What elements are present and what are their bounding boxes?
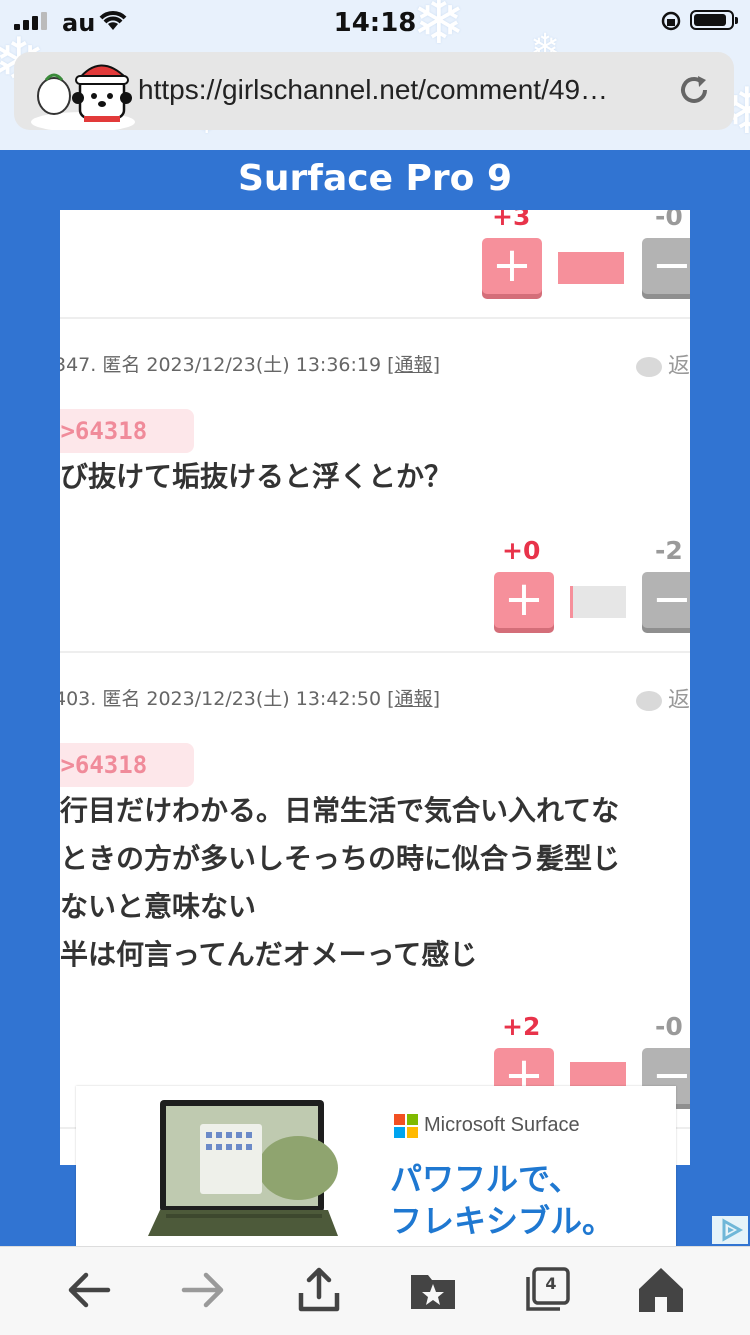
- back-arrow-icon[interactable]: [64, 1265, 114, 1315]
- mascot-logo: [31, 64, 135, 130]
- plus-count: +3: [492, 210, 531, 231]
- reply-label: 返: [668, 354, 690, 379]
- comment-number-date: 403. 匿名 2023/12/23(土) 13:42:50 [: [60, 688, 395, 710]
- comment-number-date: 347. 匿名 2023/12/23(土) 13:36:19 [: [60, 354, 395, 376]
- bookmark-folder-icon[interactable]: [408, 1265, 458, 1315]
- tabs-button[interactable]: 4: [522, 1265, 572, 1315]
- browser-chrome: ❄ ❄ ❄ ❄ ❄ au 14:18 https://girlschannel.…: [0, 0, 750, 150]
- report-link[interactable]: 通報: [395, 354, 433, 376]
- reload-icon[interactable]: [676, 72, 712, 108]
- forward-arrow-icon[interactable]: [178, 1265, 228, 1315]
- minus-button[interactable]: −: [642, 238, 690, 294]
- reply-button[interactable]: 返: [636, 348, 690, 380]
- comment-list: +3 -0 + − 347. 匿名 2023/12/23(土) 13:36:19…: [60, 210, 690, 1165]
- reply-anchor-text[interactable]: >>64318: [60, 751, 147, 779]
- microsoft-logo-icon: [394, 1114, 418, 1138]
- plus-button[interactable]: +: [494, 572, 554, 628]
- status-time: 14:18: [333, 8, 417, 38]
- comment-body: 行目だけわかる。日常生活で気合い入れてな ときの方が多いしそっちの時に似合う髪型…: [60, 794, 621, 971]
- comment-meta: 403. 匿名 2023/12/23(土) 13:42:50 [通報]: [60, 684, 440, 711]
- tab-count: 4: [545, 1274, 557, 1293]
- reply-anchor-text[interactable]: >>64318: [60, 417, 147, 445]
- reply-button[interactable]: 返: [636, 682, 690, 714]
- plus-button[interactable]: +: [482, 238, 542, 294]
- bracket: ]: [432, 354, 440, 376]
- home-icon[interactable]: [636, 1265, 686, 1315]
- comment-bubble-icon: [636, 357, 662, 377]
- minus-count: -0: [655, 210, 683, 231]
- comment-divider: [60, 317, 690, 319]
- reply-label: 返: [668, 688, 690, 713]
- comment-divider: [60, 651, 690, 653]
- ad-banner[interactable]: Microsoft Surface パワフルで、 フレキシブル。: [76, 1086, 676, 1248]
- vote-ratio-bar: [558, 252, 624, 284]
- surface-laptop-image: [148, 1100, 338, 1236]
- comment-body: び抜けて垢抜けると浮くとか？: [60, 460, 453, 493]
- comment-meta: 347. 匿名 2023/12/23(土) 13:36:19 [通報]: [60, 350, 440, 377]
- ad-brand: Microsoft Surface: [424, 1114, 580, 1136]
- share-icon[interactable]: [294, 1265, 344, 1315]
- plus-count: +2: [502, 1012, 541, 1041]
- orientation-lock-icon: [661, 11, 681, 31]
- reply-anchor-link[interactable]: >>64318: [60, 743, 194, 787]
- vote-ratio-bar: [570, 586, 626, 618]
- minus-count: -0: [655, 1012, 683, 1041]
- report-link[interactable]: 通報: [395, 688, 433, 710]
- comment-bubble-icon: [636, 691, 662, 711]
- address-bar[interactable]: https://girlschannel.net/comment/49…: [14, 52, 734, 130]
- reply-anchor-link[interactable]: >>64318: [60, 409, 194, 453]
- page-title: Surface Pro 9: [237, 158, 512, 199]
- browser-toolbar: 4: [0, 1246, 750, 1335]
- battery-icon: [690, 10, 738, 30]
- minus-button[interactable]: −: [642, 572, 690, 628]
- ad-headline: パワフルで、 フレキシブル。: [390, 1160, 615, 1240]
- plus-count: +0: [502, 536, 541, 565]
- minus-count: -2: [655, 536, 683, 565]
- url-text[interactable]: https://girlschannel.net/comment/49…: [138, 74, 668, 106]
- adchoices-icon[interactable]: [712, 1216, 748, 1244]
- bracket: ]: [432, 688, 440, 710]
